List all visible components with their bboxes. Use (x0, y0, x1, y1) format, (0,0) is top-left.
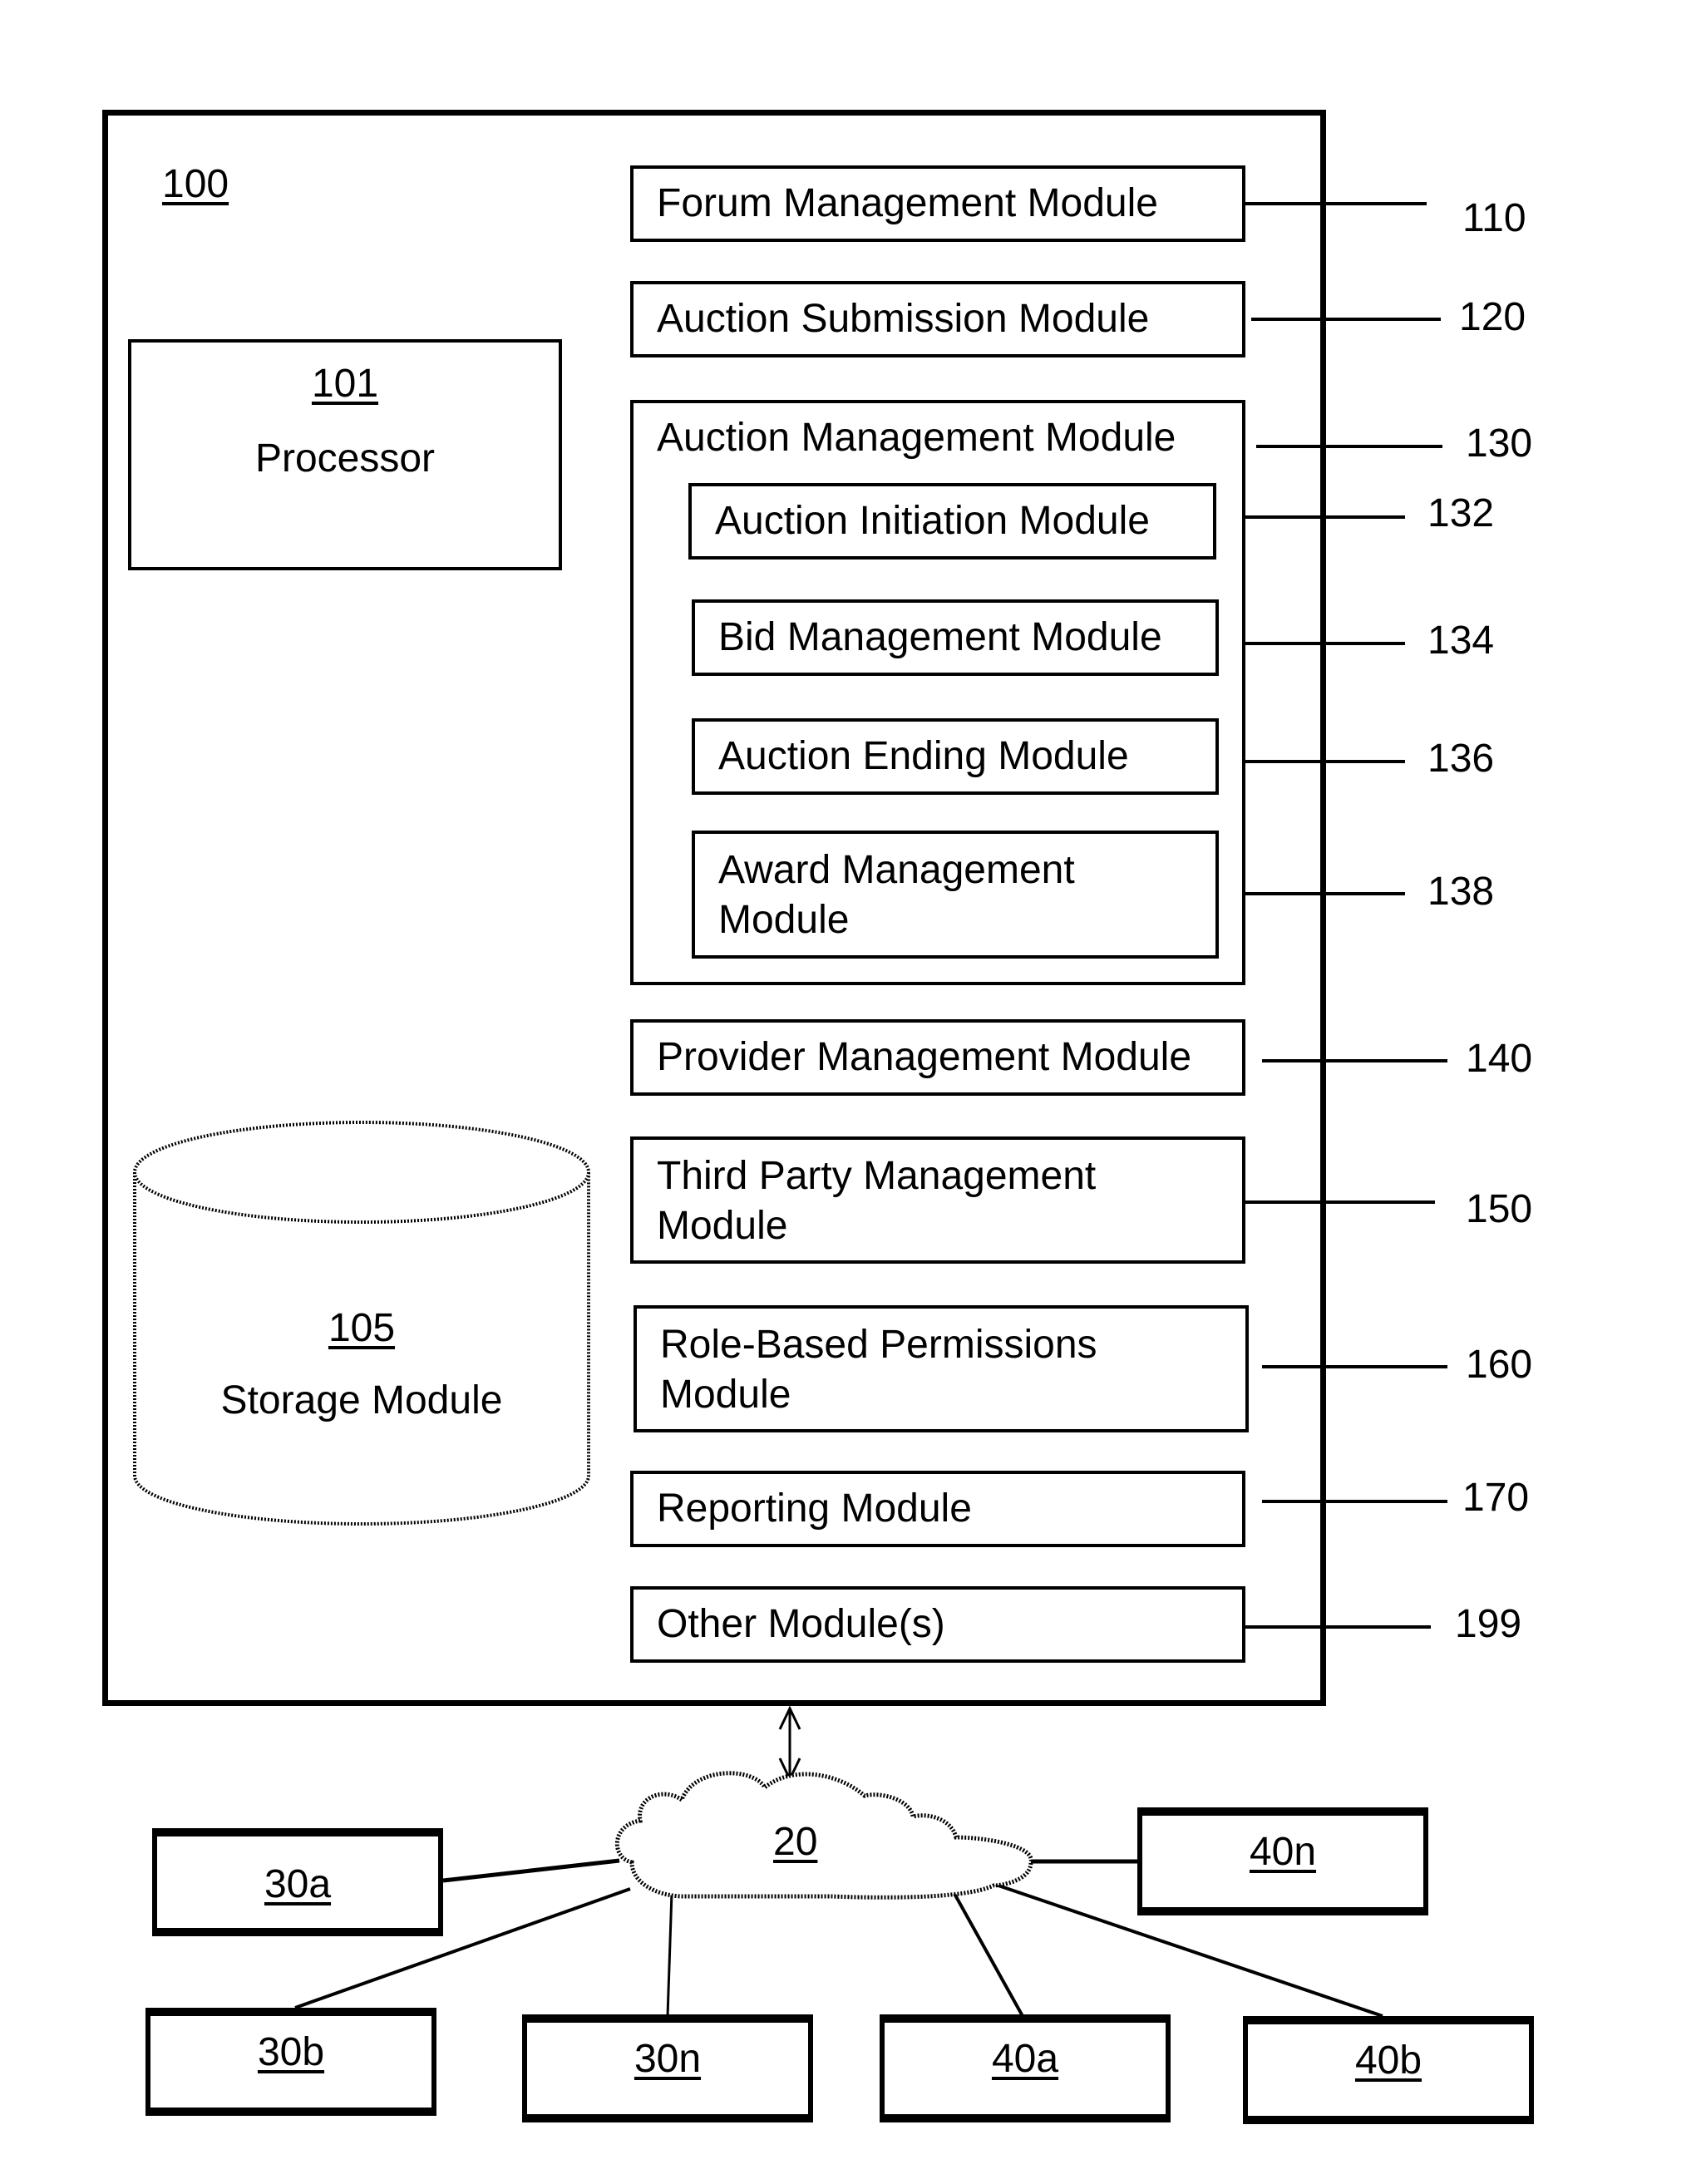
provider-management-module: Provider Management Module (630, 1019, 1245, 1096)
processor-ref: 101 (311, 362, 379, 406)
processor-label: Processor (254, 436, 436, 481)
other-modules: Other Module(s) (630, 1586, 1245, 1663)
ref-110: 110 (1462, 196, 1526, 240)
ref-130: 130 (1466, 422, 1533, 466)
module-label: Bid Management Module (718, 615, 1162, 659)
storage-label: Storage Module (220, 1378, 503, 1422)
ref-134: 134 (1427, 619, 1495, 663)
node-label: 30n (634, 2037, 702, 2081)
module-label: Other Module(s) (657, 1602, 945, 1646)
ref-150: 150 (1466, 1187, 1533, 1231)
node-40n: 40n (1137, 1807, 1428, 1915)
storage-ref: 105 (328, 1306, 396, 1350)
reporting-module: Reporting Module (630, 1471, 1245, 1547)
node-30a: 30a (152, 1828, 443, 1936)
award-management-module: Award Management Module (692, 831, 1219, 959)
bid-management-module: Bid Management Module (692, 599, 1219, 676)
node-label: 40a (991, 2037, 1059, 2081)
third-party-management-module: Third Party Management Module (630, 1136, 1245, 1264)
module-label: Provider Management Module (657, 1035, 1192, 1079)
bidirectional-arrow-icon (778, 1705, 801, 1782)
node-label: 40n (1249, 1830, 1317, 1874)
link-40a (952, 1891, 1024, 2017)
network-ref: 20 (773, 1820, 818, 1864)
auction-submission-module: Auction Submission Module (630, 281, 1245, 357)
module-label: Forum Management Module (657, 181, 1158, 225)
node-label: 40b (1354, 2039, 1422, 2083)
module-label: Auction Submission Module (657, 297, 1150, 341)
auction-initiation-module: Auction Initiation Module (688, 483, 1216, 560)
node-30n: 30n (522, 2014, 813, 2122)
ref-136: 136 (1427, 737, 1495, 781)
link-30n (666, 1891, 673, 2017)
forum-management-module: Forum Management Module (630, 165, 1245, 242)
ref-132: 132 (1427, 491, 1495, 535)
ref-140: 140 (1466, 1037, 1533, 1081)
ref-160: 160 (1466, 1343, 1533, 1387)
module-label: Auction Initiation Module (715, 499, 1150, 543)
ref-138: 138 (1427, 870, 1495, 914)
node-30b: 30b (145, 2008, 436, 2116)
link-30a (442, 1858, 620, 1883)
processor-box: 101 Processor (128, 339, 562, 570)
ref-199: 199 (1455, 1602, 1522, 1646)
ref-120: 120 (1459, 295, 1526, 339)
module-label: Role-Based Permissions Module (660, 1323, 1097, 1417)
module-label: Third Party Management Module (657, 1154, 1097, 1248)
module-label: Auction Ending Module (718, 734, 1129, 778)
auction-ending-module: Auction Ending Module (692, 718, 1219, 795)
node-label: 30b (257, 2030, 325, 2074)
node-40a: 40a (880, 2014, 1171, 2122)
node-label: 30a (264, 1862, 332, 1906)
module-label: Reporting Module (657, 1486, 972, 1531)
ref-170: 170 (1462, 1476, 1530, 1520)
module-label: Award Management Module (718, 848, 1075, 942)
role-based-permissions-module: Role-Based Permissions Module (634, 1305, 1249, 1432)
network-cloud-icon (614, 1771, 1033, 1900)
node-40b: 40b (1243, 2016, 1534, 2124)
system-ref: 100 (162, 162, 229, 206)
module-label: Auction Management Module (657, 416, 1176, 460)
